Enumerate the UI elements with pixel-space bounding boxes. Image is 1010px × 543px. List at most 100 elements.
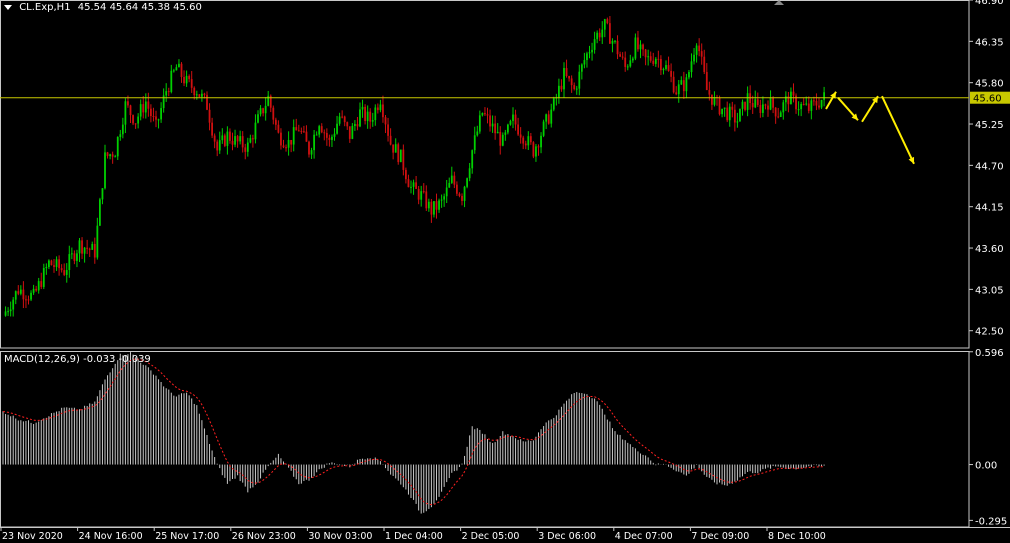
candle-body: [583, 60, 586, 65]
candle-body: [688, 72, 690, 78]
candle-body: [139, 104, 142, 117]
candle-body: [114, 156, 117, 158]
candle-body: [652, 60, 655, 64]
candle-body: [458, 193, 461, 196]
candle-body: [512, 114, 514, 121]
candle-body: [420, 191, 423, 200]
candle-body: [807, 103, 810, 111]
candle-body: [489, 115, 491, 127]
chart-canvas[interactable]: 45.60 46.90 46.35 45.80 45.25 44.70 44.15 43.60…: [0, 0, 1010, 543]
candle-body: [328, 137, 331, 140]
macd-axis-label: 0.596: [975, 348, 1004, 359]
candle-body: [690, 61, 693, 73]
candle-body: [86, 247, 89, 249]
candle-body: [315, 134, 318, 136]
candle-body: [132, 115, 134, 124]
candle-body: [580, 64, 583, 72]
candle-body: [341, 116, 344, 118]
candle-body: [726, 107, 729, 121]
candle-body: [626, 66, 629, 68]
scroll-marker-icon[interactable]: [774, 0, 784, 5]
candle-body: [792, 91, 795, 96]
candle-body: [777, 116, 780, 118]
candle-body: [739, 108, 741, 122]
candle-body: [435, 201, 438, 210]
candle-body: [193, 87, 196, 96]
candle-body: [32, 288, 35, 293]
candle-body: [463, 186, 466, 201]
macd-label: MACD(12,26,9): [4, 354, 80, 365]
candle-body: [598, 32, 601, 38]
candle-body: [35, 288, 38, 291]
candle-body: [325, 132, 328, 138]
price-axis-label: 45.25: [975, 120, 1004, 131]
candle-body: [348, 126, 351, 139]
candle-body: [606, 19, 609, 24]
candle-body: [601, 29, 604, 38]
candle-body: [575, 88, 578, 90]
candle-body: [369, 111, 372, 122]
candle-body: [603, 19, 606, 30]
candle-body: [665, 65, 667, 69]
candle-body: [157, 119, 160, 121]
candle-body: [180, 63, 183, 77]
candle-body: [711, 94, 713, 105]
candle-body: [183, 76, 185, 84]
candle-body: [101, 188, 104, 200]
candle-body: [693, 54, 695, 62]
candle-body: [231, 140, 234, 145]
candle-body: [17, 291, 20, 294]
candle-body: [700, 51, 703, 57]
candle-body: [519, 134, 522, 138]
projection-arrow-shaft: [881, 95, 915, 165]
candle-body: [274, 119, 277, 125]
candle-body: [76, 253, 78, 261]
candle-body: [7, 311, 9, 313]
candle-body: [540, 135, 542, 148]
candle-body: [756, 99, 759, 105]
candle-body: [178, 63, 180, 68]
candle-body: [481, 113, 484, 116]
candle-body: [30, 292, 32, 300]
candle-body: [167, 91, 170, 93]
candle-body: [206, 94, 208, 110]
candle-body: [703, 56, 706, 72]
candle-body: [121, 124, 124, 135]
candle-body: [213, 135, 216, 142]
candle-body: [223, 135, 226, 146]
candle-body: [25, 299, 27, 301]
candle-body: [351, 125, 354, 139]
candle-body: [443, 196, 446, 200]
candle-body: [116, 136, 119, 157]
candle-body: [675, 92, 678, 95]
candle-body: [631, 58, 634, 61]
chart-header: CL.Exp,H1 45.54 45.64 45.38 45.60: [4, 2, 202, 13]
candle-body: [4, 311, 7, 316]
candle-body: [239, 136, 242, 142]
candle-body: [280, 132, 282, 146]
candle-body: [93, 243, 96, 258]
candle-body: [323, 132, 326, 134]
candle-body: [614, 40, 616, 42]
candle-body: [759, 104, 762, 113]
candle-body: [453, 175, 456, 185]
candle-body: [336, 123, 338, 134]
candle-body: [550, 109, 553, 124]
price-axis-label: 44.15: [975, 203, 1004, 214]
candle-body: [99, 199, 101, 226]
candle-body: [478, 115, 481, 132]
candle-body: [586, 53, 588, 61]
candle-body: [637, 37, 639, 50]
candle-body: [241, 136, 244, 148]
chart-menu-icon[interactable]: [4, 4, 12, 10]
candle-body: [609, 23, 611, 44]
candle-body: [208, 109, 211, 123]
candle-body: [65, 269, 68, 275]
candle-body: [685, 77, 688, 92]
candle-body: [165, 91, 168, 96]
candle-body: [744, 101, 746, 110]
candle-body: [573, 85, 576, 90]
candle-body: [346, 122, 349, 127]
time-axis-label: 23 Nov 2020: [2, 531, 63, 542]
candle-body: [338, 116, 341, 124]
